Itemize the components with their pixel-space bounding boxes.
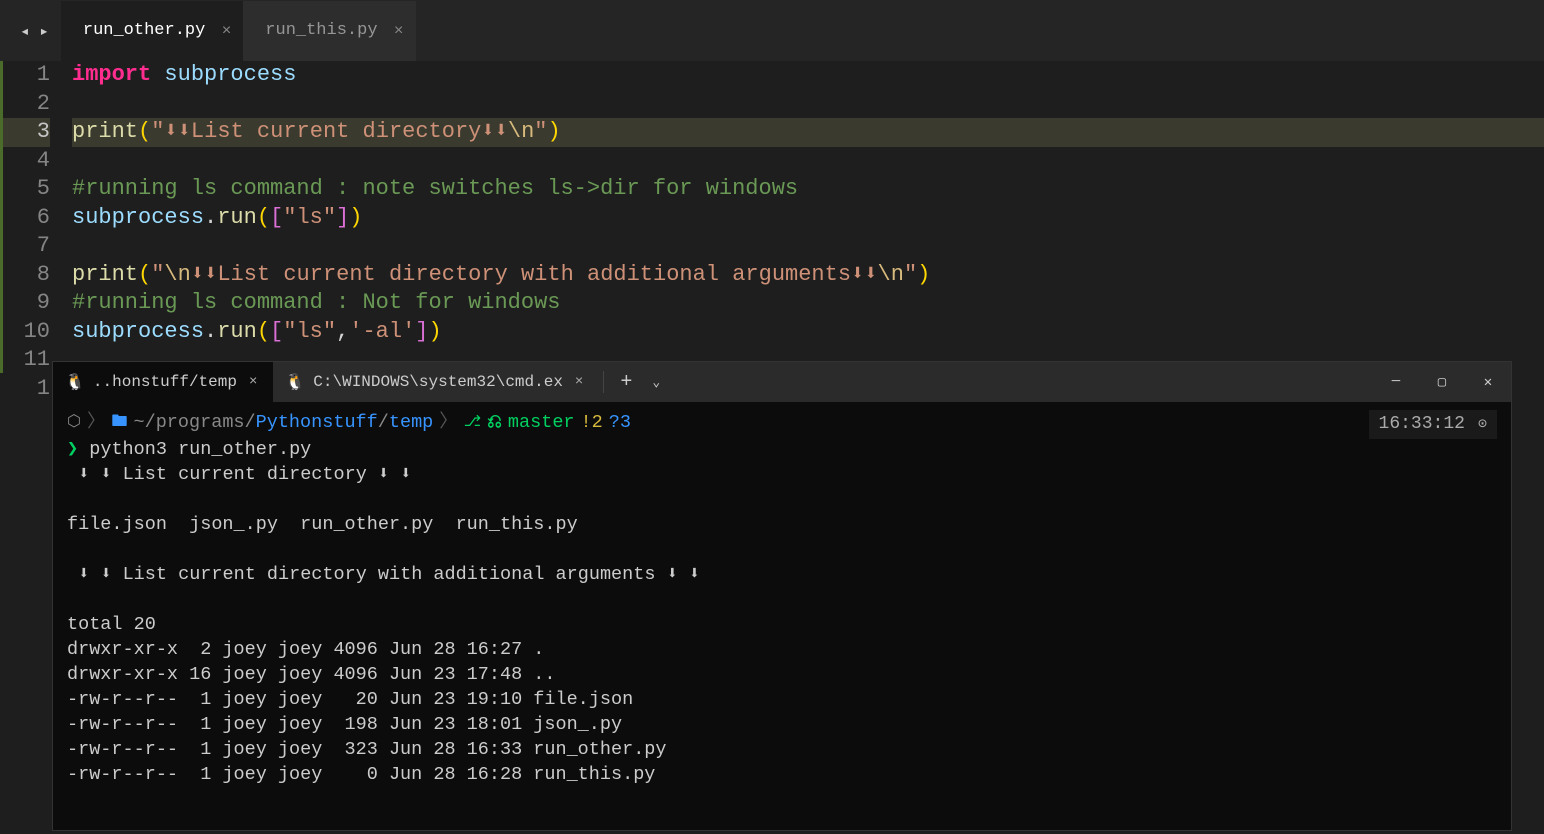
code-line <box>72 232 1544 261</box>
divider <box>603 371 604 393</box>
prompt-path: ~/programs/Pythonstuff/temp <box>134 410 434 435</box>
editor-tab-bar: ◂ ▸ run_other.py × run_this.py × <box>0 0 1544 61</box>
git-dirty-staged: !2 <box>581 410 603 435</box>
code-line: #running ls command : Not for windows <box>72 289 1544 318</box>
maximize-button[interactable]: ▢ <box>1419 362 1465 402</box>
output-line: drwxr-xr-x 16 joey joey 4096 Jun 23 17:4… <box>67 662 1497 687</box>
line-number: 4 <box>0 147 50 176</box>
code-area[interactable]: import subprocess print("⬇⬇List current … <box>72 61 1544 361</box>
tux-icon: 🐧 <box>285 372 305 392</box>
dropdown-icon[interactable]: ⌄ <box>644 375 668 390</box>
line-number: 1 <box>0 375 50 404</box>
window-controls: ─ ▢ ✕ <box>1373 362 1511 402</box>
close-icon[interactable]: × <box>394 22 404 40</box>
new-tab-button[interactable]: + <box>608 371 644 394</box>
folder-icon: 🖿 <box>111 410 127 435</box>
line-number: 2 <box>0 90 50 119</box>
line-number: 5 <box>0 175 50 204</box>
code-line-active: print("⬇⬇List current directory⬇⬇\n") <box>72 118 1544 147</box>
code-line: subprocess.run(["ls",'-al']) <box>72 318 1544 347</box>
line-number: 1 <box>0 61 50 90</box>
editor-area[interactable]: 1 2 3 4 5 6 7 8 9 10 11 1 import subproc… <box>0 61 1544 361</box>
terminal-body[interactable]: 16:33:12 ⊙ ⬡ 〉 🖿 ~/programs/Pythonstuff/… <box>53 402 1511 830</box>
line-number: 7 <box>0 232 50 261</box>
github-icon: ⎇ <box>464 410 481 435</box>
output-line <box>67 537 1497 562</box>
code-line <box>72 147 1544 176</box>
output-line: drwxr-xr-x 2 joey joey 4096 Jun 28 16:27… <box>67 637 1497 662</box>
output-line: -rw-r--r-- 1 joey joey 0 Jun 28 16:28 ru… <box>67 762 1497 787</box>
output-line: ⬇ ⬇ List current directory ⬇ ⬇ <box>67 462 1497 487</box>
branch-name: master <box>508 410 575 435</box>
output-line: file.json json_.py run_other.py run_this… <box>67 512 1497 537</box>
terminal-tab[interactable]: 🐧 C:\WINDOWS\system32\cmd.ex × <box>273 362 599 402</box>
hex-icon: ⬡ <box>67 410 81 435</box>
clock-icon: ⊙ <box>1469 416 1487 433</box>
terminal-titlebar: 🐧 ..honstuff/temp × 🐧 C:\WINDOWS\system3… <box>53 362 1511 402</box>
editor-tab-active[interactable]: run_other.py × <box>61 1 243 61</box>
separator-icon: 〉 <box>439 410 458 435</box>
close-icon[interactable]: × <box>571 374 587 390</box>
code-line: print("\n⬇⬇List current directory with a… <box>72 261 1544 290</box>
code-line: import subprocess <box>72 61 1544 90</box>
line-number: 6 <box>0 204 50 233</box>
close-button[interactable]: ✕ <box>1465 362 1511 402</box>
gutter-modified-marker <box>0 61 3 373</box>
prompt-time: 16:33:12 ⊙ <box>1369 410 1497 439</box>
code-line: subprocess.run(["ls"]) <box>72 204 1544 233</box>
separator-icon: 〉 <box>87 410 106 435</box>
terminal-tab-label: ..honstuff/temp <box>93 373 237 391</box>
output-line: -rw-r--r-- 1 joey joey 323 Jun 28 16:33 … <box>67 737 1497 762</box>
prompt-line: ⬡ 〉 🖿 ~/programs/Pythonstuff/temp 〉 ⎇ ⎌ … <box>67 410 1497 435</box>
git-dirty-untracked: ?3 <box>609 410 631 435</box>
output-line: ⬇ ⬇ List current directory with addition… <box>67 562 1497 587</box>
tab-label: run_this.py <box>265 21 377 40</box>
output-line: -rw-r--r-- 1 joey joey 20 Jun 23 19:10 f… <box>67 687 1497 712</box>
close-icon[interactable]: × <box>245 374 261 390</box>
command-line: ❯ python3 run_other.py <box>67 437 1497 462</box>
branch-icon: ⎌ <box>487 410 502 435</box>
tux-icon: 🐧 <box>65 372 85 392</box>
line-number: 9 <box>0 289 50 318</box>
line-number: 8 <box>0 261 50 290</box>
editor-tab[interactable]: run_this.py × <box>243 1 415 61</box>
code-line: #running ls command : note switches ls->… <box>72 175 1544 204</box>
line-number: 11 <box>0 346 50 375</box>
output-line <box>67 487 1497 512</box>
output-line: total 20 <box>67 612 1497 637</box>
line-number: 3 <box>0 118 50 147</box>
line-number: 10 <box>0 318 50 347</box>
line-gutter: 1 2 3 4 5 6 7 8 9 10 11 1 <box>0 61 72 361</box>
output-line <box>67 587 1497 612</box>
terminal-tab-active[interactable]: 🐧 ..honstuff/temp × <box>53 362 273 402</box>
nav-back-forward[interactable]: ◂ ▸ <box>8 21 61 41</box>
minimize-button[interactable]: ─ <box>1373 362 1419 402</box>
tab-label: run_other.py <box>83 21 205 40</box>
code-line <box>72 90 1544 119</box>
terminal-window: 🐧 ..honstuff/temp × 🐧 C:\WINDOWS\system3… <box>52 361 1512 831</box>
terminal-output: ⬇ ⬇ List current directory ⬇ ⬇ file.json… <box>67 462 1497 787</box>
terminal-tab-label: C:\WINDOWS\system32\cmd.ex <box>313 373 563 391</box>
close-icon[interactable]: × <box>222 22 232 40</box>
output-line: -rw-r--r-- 1 joey joey 198 Jun 23 18:01 … <box>67 712 1497 737</box>
